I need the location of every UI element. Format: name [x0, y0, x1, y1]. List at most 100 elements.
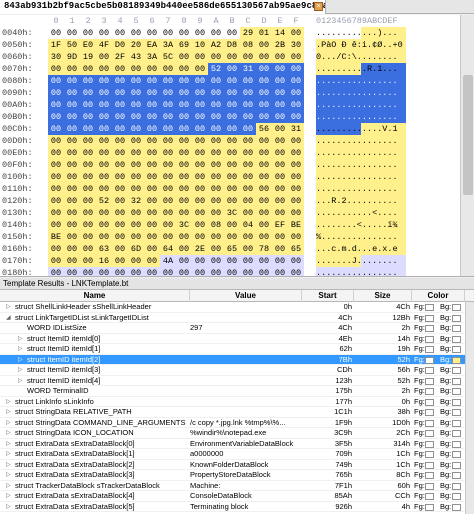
hex-byte[interactable]: 00 — [240, 147, 256, 159]
hex-byte[interactable]: 00 — [208, 123, 224, 135]
hex-byte[interactable]: 00 — [112, 267, 128, 276]
hex-byte[interactable]: 00 — [272, 63, 288, 75]
hex-byte[interactable]: 00 — [176, 111, 192, 123]
hex-byte[interactable]: 00 — [176, 51, 192, 63]
hex-byte[interactable]: 00 — [144, 159, 160, 171]
hex-vertical-scrollbar[interactable] — [460, 15, 474, 276]
column-header-name[interactable]: Name — [0, 290, 190, 302]
hex-byte[interactable]: 00 — [128, 63, 144, 75]
hex-byte[interactable]: 00 — [256, 207, 272, 219]
hex-byte[interactable]: 00 — [224, 51, 240, 63]
hex-byte[interactable]: 3A — [144, 51, 160, 63]
hex-byte[interactable]: 00 — [272, 51, 288, 63]
hex-byte[interactable]: 00 — [112, 207, 128, 219]
bg-color-swatch[interactable] — [452, 346, 461, 353]
hex-byte[interactable]: 00 — [160, 159, 176, 171]
hex-byte[interactable]: 00 — [112, 195, 128, 207]
bg-color-swatch[interactable] — [452, 493, 461, 500]
fg-color-swatch[interactable] — [425, 482, 434, 490]
hex-byte[interactable]: 00 — [288, 75, 304, 87]
tree-collapsed-icon[interactable]: ▷ — [6, 502, 14, 513]
hex-byte[interactable]: 00 — [224, 231, 240, 243]
hex-byte[interactable]: 00 — [240, 99, 256, 111]
hex-byte[interactable]: 5C — [160, 51, 176, 63]
hex-byte[interactable]: 65 — [288, 243, 304, 255]
hex-byte[interactable]: 00 — [160, 135, 176, 147]
hex-byte[interactable]: 00 — [192, 75, 208, 87]
bg-color-swatch[interactable] — [452, 367, 461, 374]
hex-byte[interactable]: 00 — [64, 111, 80, 123]
hex-byte[interactable]: 00 — [112, 75, 128, 87]
hex-byte[interactable]: 00 — [256, 39, 272, 51]
hex-byte[interactable]: 00 — [256, 147, 272, 159]
hex-byte[interactable]: 00 — [112, 243, 128, 255]
hex-byte[interactable]: 00 — [112, 255, 128, 267]
hex-byte[interactable]: 00 — [256, 171, 272, 183]
hex-byte[interactable]: 00 — [128, 267, 144, 276]
fg-color-swatch[interactable] — [425, 493, 434, 500]
hex-byte[interactable]: 31 — [288, 123, 304, 135]
fg-color-swatch[interactable] — [425, 419, 434, 427]
hex-byte[interactable]: 00 — [128, 123, 144, 135]
ascii-text[interactable]: 0.../C:\........ — [316, 51, 406, 63]
hex-byte[interactable]: 00 — [208, 51, 224, 63]
hex-byte[interactable]: 00 — [48, 183, 64, 195]
hex-byte[interactable]: 00 — [80, 231, 96, 243]
hex-byte[interactable]: 00 — [64, 159, 80, 171]
fg-color-swatch[interactable] — [425, 367, 434, 374]
bg-color-swatch[interactable] — [452, 325, 461, 332]
hex-byte[interactable]: 00 — [112, 99, 128, 111]
hex-byte[interactable]: 00 — [112, 135, 128, 147]
hex-byte[interactable]: 00 — [208, 99, 224, 111]
ascii-text[interactable]: %............... — [316, 231, 406, 243]
hex-byte[interactable]: 00 — [144, 267, 160, 276]
hex-byte[interactable]: 00 — [144, 111, 160, 123]
fg-color-swatch[interactable] — [425, 346, 434, 353]
tree-collapsed-icon[interactable]: ▷ — [6, 302, 14, 313]
ascii-text[interactable]: ........<.....ï¾ — [316, 219, 406, 231]
hex-byte[interactable]: 00 — [256, 183, 272, 195]
hex-byte[interactable]: 00 — [208, 147, 224, 159]
hex-byte[interactable]: 00 — [288, 99, 304, 111]
hex-byte[interactable]: 00 — [176, 135, 192, 147]
fg-color-swatch[interactable] — [425, 356, 434, 364]
hex-byte[interactable]: 00 — [96, 135, 112, 147]
fg-color-swatch[interactable] — [425, 472, 434, 479]
hex-byte[interactable]: 00 — [160, 147, 176, 159]
hex-byte[interactable]: 00 — [192, 123, 208, 135]
hex-byte[interactable]: 00 — [48, 63, 64, 75]
hex-byte[interactable]: 2B — [272, 39, 288, 51]
hex-byte[interactable]: 00 — [144, 231, 160, 243]
bg-color-swatch[interactable] — [452, 440, 461, 448]
tree-collapsed-icon[interactable]: ▷ — [6, 491, 14, 502]
tree-collapsed-icon[interactable]: ▷ — [6, 397, 14, 408]
hex-byte[interactable]: 00 — [128, 147, 144, 159]
tree-collapsed-icon[interactable]: ▷ — [6, 407, 14, 418]
hex-byte[interactable]: 00 — [80, 75, 96, 87]
template-row[interactable]: WORD TerminalID 175h 2h Fg: Bg: — [0, 386, 474, 397]
hex-byte[interactable]: 00 — [144, 171, 160, 183]
hex-byte[interactable]: 00 — [144, 219, 160, 231]
hex-byte[interactable]: 00 — [64, 183, 80, 195]
hex-byte[interactable]: 00 — [48, 159, 64, 171]
hex-byte[interactable]: 00 — [144, 135, 160, 147]
hex-byte[interactable]: 00 — [240, 171, 256, 183]
template-results-table[interactable]: ▷ struct ShellLinkHeader sShellLinkHeader… — [0, 302, 474, 514]
fg-color-swatch[interactable] — [425, 409, 434, 416]
tree-collapsed-icon[interactable]: ▷ — [18, 376, 26, 387]
hex-byte[interactable]: 00 — [112, 183, 128, 195]
hex-byte[interactable]: 00 — [288, 159, 304, 171]
hex-byte[interactable]: 00 — [240, 75, 256, 87]
hex-byte[interactable]: 00 — [256, 195, 272, 207]
hex-byte[interactable]: 00 — [112, 87, 128, 99]
scrollbar-thumb[interactable] — [463, 75, 473, 195]
hex-byte[interactable]: 01 — [256, 27, 272, 39]
hex-byte[interactable]: 00 — [160, 63, 176, 75]
hex-byte[interactable]: 00 — [272, 135, 288, 147]
hex-byte[interactable]: 00 — [288, 207, 304, 219]
hex-byte[interactable]: 00 — [288, 27, 304, 39]
hex-byte[interactable]: 00 — [272, 207, 288, 219]
hex-byte[interactable]: 3C — [224, 207, 240, 219]
hex-byte[interactable]: 00 — [240, 87, 256, 99]
hex-byte[interactable]: 00 — [48, 267, 64, 276]
